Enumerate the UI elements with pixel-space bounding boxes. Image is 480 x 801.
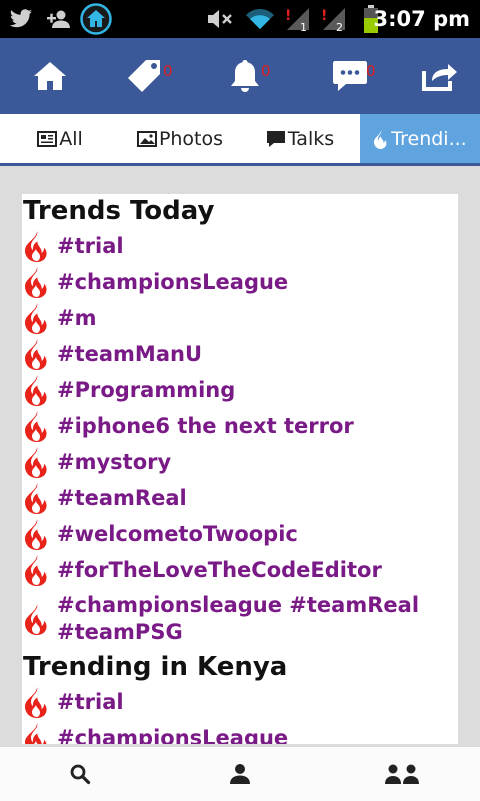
person-icon (230, 764, 250, 784)
tags-button[interactable]: 0 (105, 38, 185, 114)
tab-trending[interactable]: Trendi... (360, 114, 480, 163)
tab-photos-label: Photos (158, 127, 224, 150)
friends-button[interactable] (362, 747, 442, 801)
trend-item[interactable]: #championsLeague (22, 720, 458, 744)
flame-icon (22, 482, 52, 514)
hashtag-link[interactable]: #trial (52, 689, 124, 716)
share-button[interactable] (400, 38, 480, 114)
flame-icon (22, 302, 52, 334)
flame-icon (22, 446, 52, 478)
image-icon (136, 130, 157, 147)
bell-icon (231, 60, 259, 92)
trending-kenya-list: #trial #championsLeague (22, 684, 458, 744)
notifications-button[interactable]: 0 (205, 38, 285, 114)
hashtag-link[interactable]: #iphone6 the next terror (52, 413, 354, 440)
trend-item[interactable]: #iphone6 the next terror (22, 408, 458, 444)
hashtag-link[interactable]: #teamManU (52, 341, 202, 368)
hashtag-link[interactable]: #trial (52, 233, 124, 260)
flame-icon (22, 410, 52, 442)
trend-item[interactable]: #mystory (22, 444, 458, 480)
tab-bar: All Photos Talks Trendi... (0, 114, 480, 166)
search-button[interactable] (40, 747, 120, 801)
profile-button[interactable] (200, 747, 280, 801)
flame-icon (22, 338, 52, 370)
svg-text:2: 2 (336, 21, 343, 32)
tab-all[interactable]: All (0, 114, 120, 163)
svg-text:!: ! (321, 8, 327, 24)
flame-icon (373, 129, 389, 149)
svg-text:!: ! (285, 8, 291, 24)
tab-talks[interactable]: Talks (240, 114, 360, 163)
chat-icon (333, 61, 367, 91)
wifi-icon (243, 0, 277, 38)
trend-item[interactable]: #Programming (22, 372, 458, 408)
trend-item[interactable]: #teamManU (22, 336, 458, 372)
hashtag-link[interactable]: #championsLeague (52, 269, 288, 296)
trend-item[interactable]: #trial (22, 228, 458, 264)
signal-1-icon: ! 1 (282, 0, 312, 38)
signal-2-icon: ! 2 (318, 0, 348, 38)
hashtag-link[interactable]: #m (52, 305, 96, 332)
mute-icon (205, 0, 235, 38)
hashtag-link[interactable]: #teamReal (52, 485, 187, 512)
tags-count: 0 (163, 62, 173, 80)
flame-icon (22, 266, 52, 298)
trend-item[interactable]: #m (22, 300, 458, 336)
hashtag-link[interactable]: #championsLeague (52, 725, 288, 745)
flame-icon (22, 722, 52, 744)
trends-panel: Trends Today #trial #championsLeague #m #te… (22, 194, 458, 744)
home-button[interactable] (10, 38, 90, 114)
hashtag-link[interactable]: #forTheLoveTheCodeEditor (52, 557, 382, 584)
flame-icon (22, 518, 52, 550)
tab-photos[interactable]: Photos (120, 114, 240, 163)
notifications-count: 0 (261, 62, 271, 80)
flame-icon (22, 554, 52, 586)
flame-icon (22, 230, 52, 262)
flame-icon (22, 686, 52, 718)
people-icon (385, 764, 419, 784)
tab-talks-label: Talks (287, 127, 335, 150)
trend-item[interactable]: #trial (22, 684, 458, 720)
trend-item[interactable]: #teamReal (22, 480, 458, 516)
trend-item[interactable]: #championsLeague (22, 264, 458, 300)
flame-icon (22, 374, 52, 406)
speech-bubble-icon (266, 130, 286, 148)
trend-item[interactable]: #welcometoTwoopic (22, 516, 458, 552)
hashtag-link[interactable]: #championsleague #teamReal #teamPSG (52, 592, 458, 646)
top-nav-bar: 0 0 0 (0, 38, 480, 114)
hashtag-link[interactable]: #mystory (52, 449, 171, 476)
app-home-icon (79, 0, 113, 38)
svg-text:1: 1 (300, 21, 307, 32)
clock: 3:07 pm (373, 7, 470, 31)
hashtag-link[interactable]: #Programming (52, 377, 235, 404)
newspaper-icon (37, 130, 58, 147)
status-bar: ! 1 ! 2 3:07 pm (0, 0, 480, 38)
messages-count: 0 (366, 62, 376, 80)
section-title-trends-today: Trends Today (23, 196, 215, 226)
messages-button[interactable]: 0 (310, 38, 390, 114)
add-contact-icon (44, 0, 74, 38)
flame-icon (22, 603, 52, 635)
trends-today-list: #trial #championsLeague #m #teamManU #Progra… (22, 228, 458, 650)
twitter-icon (6, 0, 36, 38)
section-title-trending-kenya: Trending in Kenya (23, 652, 288, 682)
home-icon (34, 62, 66, 90)
tab-all-label: All (59, 127, 83, 150)
search-icon (70, 764, 91, 785)
bottom-bar (0, 746, 480, 801)
hashtag-link[interactable]: #welcometoTwoopic (52, 521, 298, 548)
share-icon (422, 64, 457, 91)
trend-item[interactable]: #forTheLoveTheCodeEditor (22, 552, 458, 588)
trend-item[interactable]: #championsleague #teamReal #teamPSG (22, 588, 458, 650)
tag-icon (128, 60, 160, 92)
tab-trending-label: Trendi... (391, 127, 467, 150)
